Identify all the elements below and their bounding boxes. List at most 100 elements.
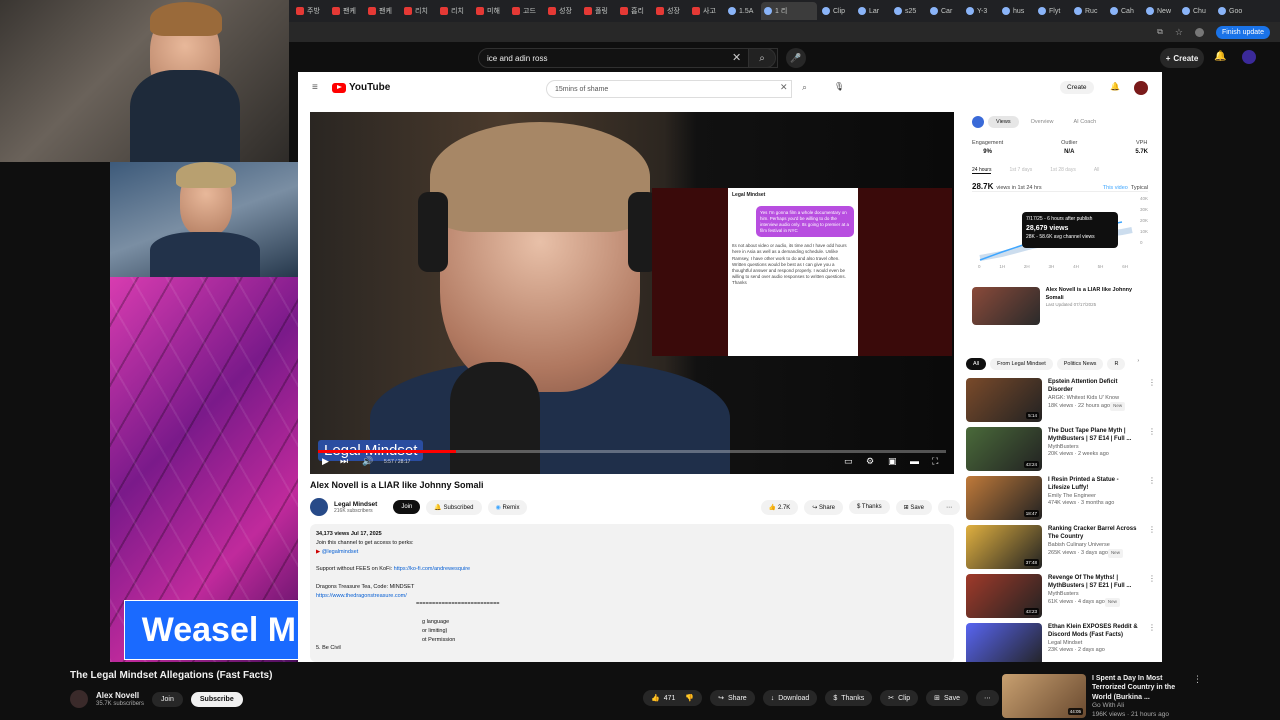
play-icon[interactable]: ▶ bbox=[322, 456, 329, 467]
recommendation-item[interactable]: 5:14 Epstein Attention Deficit Disorder AR… bbox=[966, 378, 1156, 422]
browser-tab[interactable]: 주방 bbox=[293, 2, 327, 20]
inner-search-icon[interactable]: ⌕ bbox=[802, 82, 807, 93]
outer-channel-name[interactable]: Alex Novell bbox=[96, 691, 144, 701]
more-actions-button[interactable]: ⋯ bbox=[938, 499, 960, 515]
youtube-logo[interactable]: YouTube bbox=[332, 82, 390, 93]
browser-tab[interactable]: Goo bbox=[1215, 2, 1249, 20]
browser-tab[interactable]: Lar bbox=[855, 2, 889, 20]
chip-from-channel[interactable]: From Legal Mindset bbox=[990, 358, 1053, 370]
outer-save-button[interactable]: ⊞ Save bbox=[926, 690, 968, 706]
settings-gear-icon[interactable]: ⚙ bbox=[866, 456, 874, 467]
range-tab-all[interactable]: All bbox=[1094, 167, 1100, 174]
theater-icon[interactable]: ▬ bbox=[910, 456, 919, 466]
outer-search-button[interactable]: ⌕ bbox=[748, 48, 776, 68]
volume-icon[interactable]: 🔊 bbox=[362, 456, 373, 467]
browser-tab[interactable]: Cah bbox=[1107, 2, 1141, 20]
kofi-link[interactable]: https://ko-fi.com/andrewesquire bbox=[394, 566, 470, 572]
video-progress-bar[interactable] bbox=[318, 450, 946, 453]
browser-tab[interactable]: Chu bbox=[1179, 2, 1213, 20]
browser-tab[interactable]: Clip bbox=[819, 2, 853, 20]
outer-voice-search-button[interactable]: 🎤 bbox=[786, 48, 806, 68]
chip-all[interactable]: All bbox=[966, 358, 987, 370]
outer-clip-button[interactable]: ✂ Clip bbox=[880, 690, 919, 706]
analytics-video-card[interactable]: Alex Novell is a LIAR like Johnny Somali… bbox=[972, 287, 1148, 325]
outer-account-avatar[interactable] bbox=[1242, 50, 1256, 64]
browser-tab[interactable]: 폴링 bbox=[581, 2, 615, 20]
recommendation-more-icon[interactable]: ⋮ bbox=[1148, 574, 1156, 618]
outer-recommendation[interactable]: 44:05 I Spent a Day In Most Terrorized C… bbox=[1002, 674, 1202, 718]
chip-more[interactable]: R bbox=[1107, 358, 1126, 370]
outer-join-button[interactable]: Join bbox=[152, 691, 183, 707]
browser-tab[interactable]: 팬케 bbox=[365, 2, 399, 20]
recommendation-more-icon[interactable]: ⋮ bbox=[1148, 378, 1156, 422]
browser-tab[interactable]: 미해 bbox=[473, 2, 507, 20]
browser-tab[interactable]: 팬케 bbox=[329, 2, 363, 20]
browser-tab[interactable]: Ruc bbox=[1071, 2, 1105, 20]
inner-microphone-icon[interactable]: 🎙 bbox=[834, 82, 844, 91]
recommendation-more-icon[interactable]: ⋮ bbox=[1148, 476, 1156, 520]
outer-rec-more-icon[interactable]: ⋮ bbox=[1193, 674, 1202, 718]
recommendation-item[interactable]: 18:47 I Resin Printed a Statue - Lifesize… bbox=[966, 476, 1156, 520]
profile-icon[interactable] bbox=[1194, 27, 1204, 37]
inner-search-input[interactable]: 15mins of shame bbox=[546, 80, 792, 98]
range-tab-7d[interactable]: 1st 7 days bbox=[1009, 167, 1032, 174]
outer-like-button[interactable]: 👍 471 👎 bbox=[643, 690, 703, 706]
tea-link[interactable]: https://www.thedragonstreasure.com/ bbox=[316, 593, 407, 599]
inner-create-button[interactable]: Create bbox=[1060, 81, 1094, 94]
extensions-icon[interactable]: ⧉ bbox=[1157, 27, 1163, 37]
browser-tab[interactable]: hus bbox=[999, 2, 1033, 20]
finish-update-button[interactable]: Finish update bbox=[1215, 25, 1270, 39]
recommendation-item[interactable]: 43:24 The Duct Tape Plane Myth | MythBust… bbox=[966, 427, 1156, 471]
outer-channel-avatar[interactable] bbox=[70, 690, 88, 708]
subscribed-button[interactable]: 🔔 Subscribed bbox=[426, 499, 482, 515]
browser-tab[interactable]: 성장 bbox=[545, 2, 579, 20]
channel-name[interactable]: Legal Mindset bbox=[334, 501, 377, 508]
browser-tab[interactable]: Flyt bbox=[1035, 2, 1069, 20]
tab-overview[interactable]: Overview bbox=[1023, 116, 1062, 128]
video-player[interactable]: Legal Mindset Yes I'm gonna film a whole… bbox=[310, 112, 954, 474]
recommendation-more-icon[interactable]: ⋮ bbox=[1148, 525, 1156, 569]
recommendation-item[interactable]: Ethan Klein EXPOSES Reddit & Discord Mod… bbox=[966, 623, 1156, 667]
browser-tab[interactable]: 흡리 bbox=[617, 2, 651, 20]
browser-tab[interactable]: 1.5A bbox=[725, 2, 759, 20]
notifications-bell-icon[interactable]: 🔔 bbox=[1214, 51, 1226, 62]
recommendation-item[interactable]: 43:23 Revenge Of The Myths! | MythBusters… bbox=[966, 574, 1156, 618]
clear-search-icon[interactable]: ✕ bbox=[732, 51, 741, 64]
remix-button[interactable]: ◉ Remix bbox=[487, 499, 528, 515]
browser-tab[interactable]: 성장 bbox=[653, 2, 687, 20]
range-tab-24h[interactable]: 24 hours bbox=[972, 167, 992, 174]
video-description[interactable]: 34,173 views Jul 17, 2025 Join this chan… bbox=[310, 524, 954, 662]
browser-tab[interactable]: 사고 bbox=[689, 2, 723, 20]
channel-avatar[interactable] bbox=[310, 498, 328, 516]
outer-share-button[interactable]: ↪ Share bbox=[710, 690, 755, 706]
recommendation-more-icon[interactable]: ⋮ bbox=[1148, 427, 1156, 471]
next-icon[interactable]: ⏭ bbox=[340, 456, 348, 467]
share-button[interactable]: ↪ Share bbox=[804, 499, 844, 515]
range-tab-28d[interactable]: 1st 28 days bbox=[1050, 167, 1076, 174]
recommendation-item[interactable]: 37:48 Ranking Cracker Barrel Across The C… bbox=[966, 525, 1156, 569]
browser-tab[interactable]: 1 리 bbox=[761, 2, 817, 20]
browser-tab[interactable]: 고드 bbox=[509, 2, 543, 20]
outer-download-button[interactable]: ↓ Download bbox=[762, 690, 818, 706]
like-button[interactable]: 👍 2.7K bbox=[760, 499, 799, 515]
outer-create-button[interactable]: + Create bbox=[1160, 48, 1204, 68]
fullscreen-icon[interactable]: ⛶ bbox=[932, 456, 938, 467]
chip-politics-news[interactable]: Politics News bbox=[1056, 358, 1104, 370]
join-button[interactable]: Join bbox=[393, 500, 421, 514]
outer-subscribe-button[interactable]: Subscribe bbox=[190, 691, 243, 707]
browser-tab[interactable]: s25 bbox=[891, 2, 925, 20]
menu-icon[interactable]: ≡ bbox=[312, 82, 318, 93]
browser-tab[interactable]: Y-3 bbox=[963, 2, 997, 20]
description-handle-link[interactable]: @legalmindset bbox=[322, 549, 358, 555]
thanks-button[interactable]: $ Thanks bbox=[849, 500, 890, 514]
captions-icon[interactable]: ▭ bbox=[844, 456, 853, 467]
chevron-right-icon[interactable]: › bbox=[1137, 358, 1139, 370]
miniplayer-icon[interactable]: ▣ bbox=[888, 456, 897, 467]
tab-views[interactable]: Views bbox=[988, 116, 1019, 128]
browser-tab[interactable]: 리치 bbox=[401, 2, 435, 20]
inner-account-avatar[interactable] bbox=[1134, 81, 1148, 95]
bookmark-star-icon[interactable]: ☆ bbox=[1175, 27, 1183, 38]
browser-tab[interactable]: New bbox=[1143, 2, 1177, 20]
outer-thanks-button[interactable]: $ Thanks bbox=[825, 690, 873, 706]
save-button[interactable]: ⊞ Save bbox=[895, 499, 932, 515]
